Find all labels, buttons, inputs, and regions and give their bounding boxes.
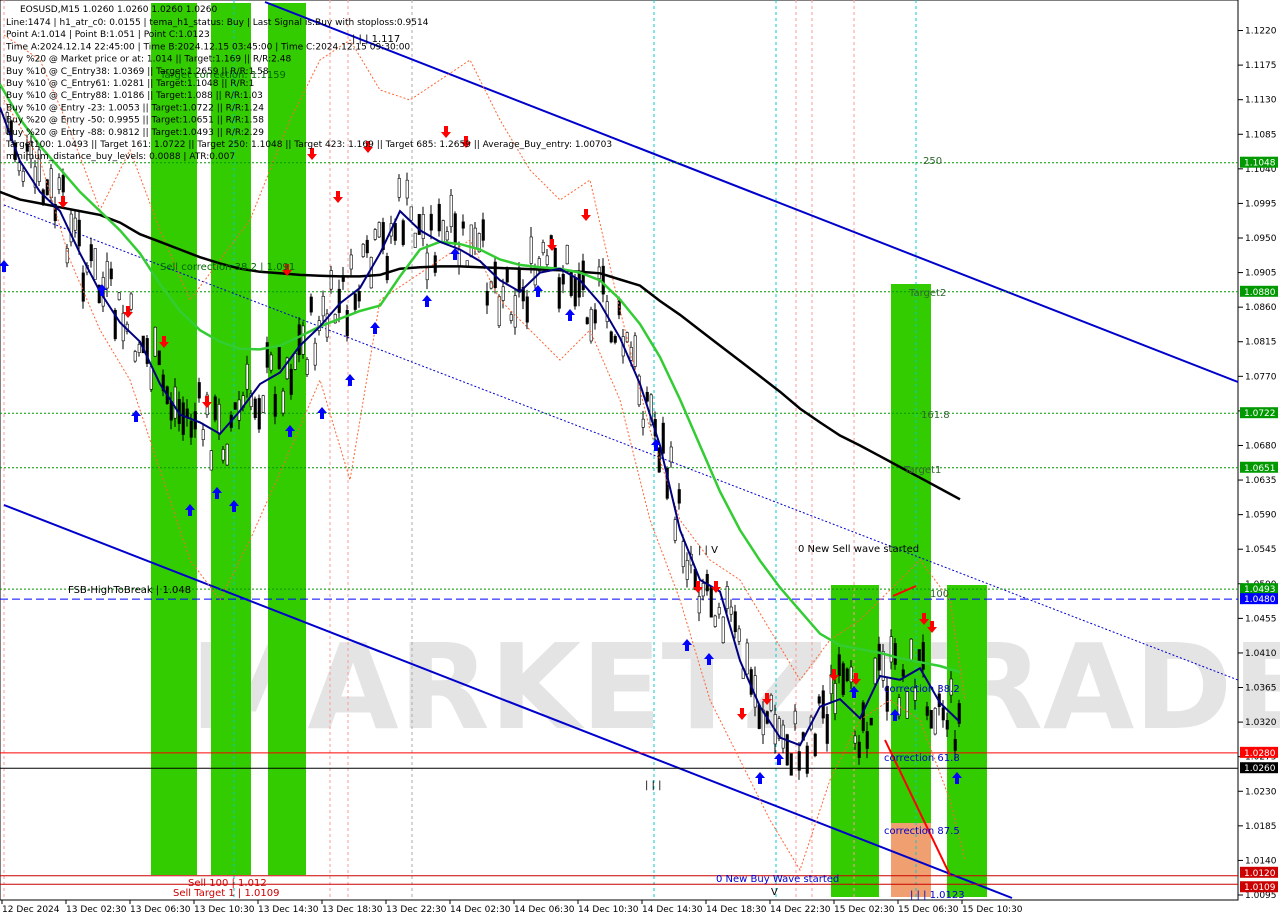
x-tick-label: 13 Dec 18:30 bbox=[322, 905, 383, 915]
price-label: 1.0480 bbox=[1244, 595, 1276, 605]
correction-61-label: correction 61.8 bbox=[884, 753, 960, 764]
x-tick-label: 13 Dec 10:30 bbox=[194, 905, 255, 915]
info-line: Target100: 1.0493 || Target 161: 1.0722 … bbox=[5, 140, 612, 150]
chart-title: EOSUSD,M15 1.0260 1.0260 1.0260 1.0260 bbox=[20, 5, 217, 15]
correction-87-label: correction 87.5 bbox=[884, 826, 960, 837]
x-tick-label: 15 Dec 02:30 bbox=[834, 905, 895, 915]
price-label: 1.0120 bbox=[1244, 869, 1276, 879]
y-tick-label: 1.0185 bbox=[1245, 822, 1277, 832]
info-line: Buy %10 @ C_Entry61: 1.0281 || Target:1.… bbox=[6, 79, 254, 89]
y-tick-label: 1.1175 bbox=[1245, 61, 1277, 71]
x-tick-label: 14 Dec 02:30 bbox=[450, 905, 511, 915]
y-tick-label: 1.1130 bbox=[1245, 96, 1277, 106]
new-buy-wave-label: 0 New Buy Wave started bbox=[716, 874, 839, 885]
y-tick-label: 1.1220 bbox=[1245, 27, 1277, 37]
label-target2: Target2 bbox=[908, 288, 946, 299]
label-target1: Target1 bbox=[903, 465, 941, 476]
fsb-label: FSB-HighToBreak | 1.048 bbox=[68, 585, 191, 596]
price-label: 1.0280 bbox=[1244, 749, 1276, 759]
x-tick-label: 13 Dec 06:30 bbox=[130, 905, 191, 915]
info-line: Buy %20 @ Entry -88: 0.9812 || Target:1.… bbox=[6, 128, 264, 138]
info-line: Buy %10 @ Entry -23: 1.0053 || Target:1.… bbox=[6, 103, 264, 113]
green-zone bbox=[891, 284, 931, 897]
y-tick-label: 1.0995 bbox=[1245, 199, 1277, 209]
x-tick-label: 13 Dec 14:30 bbox=[258, 905, 319, 915]
green-zone bbox=[268, 3, 306, 875]
y-tick-label: 1.0455 bbox=[1245, 614, 1277, 624]
iii-mid-mark: | | V bbox=[698, 545, 718, 556]
label-100: 100 bbox=[930, 589, 949, 600]
y-tick-label: 1.0230 bbox=[1245, 787, 1277, 797]
info-line: Buy %10 @ C_Entry88: 1.0186 || Target:1.… bbox=[6, 91, 263, 101]
chart-window[interactable]: MARKETZITRADE | | | 1.117 Target correct… bbox=[0, 0, 1280, 920]
sell-correction-label: Sell correction 38.2 | 1.091 bbox=[160, 262, 295, 273]
info-line: Point A:1.014 | Point B:1.051 | Point C:… bbox=[6, 30, 210, 40]
y-tick-label: 1.0905 bbox=[1245, 269, 1277, 279]
y-tick-label: 1.0860 bbox=[1245, 303, 1277, 313]
x-tick-label: 12 Dec 2024 bbox=[2, 905, 60, 915]
new-sell-wave-label: 0 New Sell wave started bbox=[798, 544, 919, 555]
price-label: 1.1048 bbox=[1244, 159, 1276, 169]
y-tick-label: 1.0815 bbox=[1245, 338, 1277, 348]
x-tick-label: 15 Dec 06:30 bbox=[898, 905, 959, 915]
x-tick-label: 14 Dec 18:30 bbox=[706, 905, 767, 915]
y-tick-label: 1.0140 bbox=[1245, 856, 1277, 866]
v-mark: V bbox=[771, 887, 778, 898]
y-tick-label: 1.0590 bbox=[1245, 511, 1277, 521]
price-label: 1.0260 bbox=[1244, 764, 1276, 774]
green-zone bbox=[947, 585, 987, 897]
label-161-8: 161.8 bbox=[921, 410, 950, 421]
y-tick-label: 1.0770 bbox=[1245, 372, 1277, 382]
y-tick-label: 1.0320 bbox=[1245, 718, 1277, 728]
y-tick-label: 1.1085 bbox=[1245, 130, 1277, 140]
info-line: Line:1474 | h1_atr_c0: 0.0155 | tema_h1_… bbox=[6, 18, 429, 28]
x-tick-label: 15 Dec 10:30 bbox=[962, 905, 1023, 915]
iii-left-mark: | | | bbox=[645, 780, 661, 791]
price-label: 1.0722 bbox=[1244, 409, 1276, 419]
price-label: 1.0651 bbox=[1244, 464, 1276, 474]
x-tick-label: 14 Dec 06:30 bbox=[514, 905, 575, 915]
price-level-labels: 1.10481.08801.07221.06511.04931.04801.02… bbox=[1240, 156, 1278, 893]
label-250: 250 bbox=[923, 156, 942, 167]
x-tick-label: 14 Dec 14:30 bbox=[642, 905, 703, 915]
info-line: Time A:2024.12.14 22:45:00 | Time B:2024… bbox=[5, 42, 410, 52]
y-tick-label: 1.0545 bbox=[1245, 545, 1277, 555]
correction-38-label: correction 38.2 bbox=[884, 684, 960, 695]
sell-target-label: Sell Target 1 | 1.0109 bbox=[173, 888, 279, 899]
y-tick-label: 1.0410 bbox=[1245, 649, 1277, 659]
info-line: Buy %20 @ Market price or at: 1.014 || T… bbox=[6, 55, 291, 65]
watermark: MARKETZITRADE bbox=[190, 618, 1280, 756]
y-tick-label: 1.0950 bbox=[1245, 234, 1277, 244]
bottom-level-label: | | | 1.0123 bbox=[910, 890, 965, 901]
price-chart[interactable]: MARKETZITRADE | | | 1.117 Target correct… bbox=[0, 0, 1280, 920]
x-tick-label: 14 Dec 10:30 bbox=[578, 905, 639, 915]
time-axis: 12 Dec 2024 13 Dec 02:30 13 Dec 06:30 13 De… bbox=[1, 900, 1023, 915]
info-line: minimum_distance_buy_levels: 0.0088 | AT… bbox=[6, 152, 235, 162]
info-line: Buy %10 @ C_Entry38: 1.0369 || Target:1.… bbox=[6, 67, 269, 77]
x-tick-label: 13 Dec 22:30 bbox=[386, 905, 447, 915]
price-label: 1.0880 bbox=[1244, 288, 1276, 298]
y-tick-label: 1.0635 bbox=[1245, 476, 1277, 486]
price-label: 1.0109 bbox=[1244, 883, 1276, 893]
x-tick-label: 13 Dec 02:30 bbox=[66, 905, 127, 915]
x-tick-label: 14 Dec 22:30 bbox=[770, 905, 831, 915]
y-tick-label: 1.0365 bbox=[1245, 684, 1277, 694]
info-line: Buy %20 @ Entry -50: 0.9955 || Target:1.… bbox=[6, 116, 264, 126]
y-tick-label: 1.0680 bbox=[1245, 441, 1277, 451]
